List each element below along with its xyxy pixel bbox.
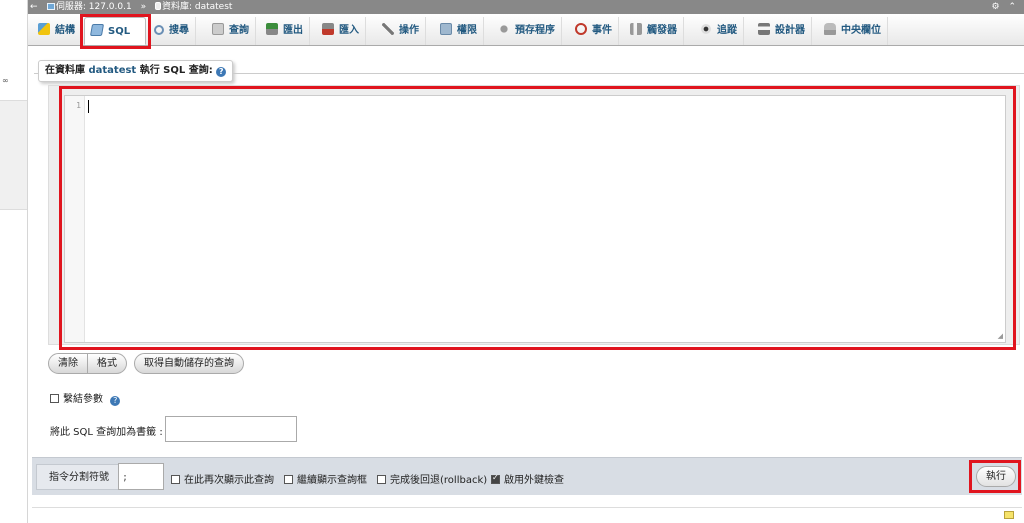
query-icon [212,23,224,35]
eye-icon [700,23,712,35]
tab-label: 結構 [55,25,75,36]
checkbox-box[interactable] [284,475,293,484]
format-button[interactable]: 格式 [88,353,127,374]
tab-central-columns[interactable]: 中央欄位 [818,17,888,45]
tab-label: 匯出 [283,25,303,36]
tab-label: 匯入 [339,25,359,36]
checkbox-box[interactable] [491,473,500,484]
highlight-go-button [969,460,1021,493]
database-icon [154,2,161,10]
highlight-sql-editor [59,86,1016,350]
privileges-icon [440,23,452,35]
foreign-key-checks-label: 啟用外鍵檢查 [504,475,564,486]
tab-label: 權限 [457,25,477,36]
back-arrow-icon[interactable]: ← [30,0,44,14]
clear-button[interactable]: 清除 [48,353,88,374]
breadcrumb: ← 伺服器: 127.0.0.1 » 資料庫: datatest ⚙ ⌃ [28,0,1024,14]
tab-search[interactable]: 搜尋 [148,17,196,45]
tab-label: 設計器 [775,25,805,36]
designer-icon [758,23,770,35]
breadcrumb-server[interactable]: 伺服器: 127.0.0.1 [56,2,132,12]
tab-import[interactable]: 匯入 [316,17,366,45]
get-autosaved-query-button[interactable]: 取得自動儲存的查詢 [134,353,244,374]
structure-icon [38,23,50,35]
tab-label: 觸發器 [647,25,677,36]
tab-label: 預存程序 [515,25,555,36]
show-query-again-checkbox[interactable]: 在此再次顯示此查詢 [171,471,274,486]
wrench-icon [382,23,394,35]
collapse-icon[interactable]: ⌃ [1008,2,1016,12]
breadcrumb-database[interactable]: 資料庫: datatest [162,2,232,12]
tab-tracking[interactable]: 追蹤 [694,17,744,45]
tab-query[interactable]: 查詢 [206,17,256,45]
tab-routines[interactable]: 預存程序 [492,17,562,45]
keep-query-box-label: 繼續顯示查詢框 [297,475,367,486]
sql-query-legend: 在資料庫 datatest 執行 SQL 查詢: ? [38,60,234,82]
triggers-icon [630,23,642,35]
bind-parameters-checkbox[interactable]: 繫結參數 ? [50,390,121,406]
checkbox-box[interactable] [377,475,386,484]
tab-label: 查詢 [229,25,249,36]
tab-triggers[interactable]: 觸發器 [624,17,684,45]
highlight-sql-tab [80,14,151,49]
tab-label: 事件 [592,25,612,36]
legend-database-name: datatest [88,65,137,76]
footer-divider [32,507,1022,508]
bookmark-name-input[interactable] [165,416,297,442]
main-tabs: 結構 SQL 搜尋 查詢 匯出 匯入 操作 權限 預存程序 事件 觸發器 追蹤 … [28,14,1024,46]
tab-designer[interactable]: 設計器 [752,17,812,45]
legend-suffix: 執行 SQL 查詢: [139,65,213,76]
tab-structure[interactable]: 結構 [32,17,82,45]
import-icon [322,23,334,35]
bind-parameters-label: 繫結參數 [63,394,103,405]
search-icon [154,25,164,35]
tab-label: 中央欄位 [841,25,881,36]
foreign-key-checks-checkbox[interactable]: 啟用外鍵檢查 [491,471,564,486]
help-icon[interactable]: ? [216,67,227,77]
help-icon[interactable]: ? [110,396,121,406]
tab-events[interactable]: 事件 [569,17,619,45]
console-icon[interactable] [1004,511,1014,519]
legend-prefix: 在資料庫 [45,65,85,76]
breadcrumb-separator: » [140,2,147,12]
routines-icon [498,23,510,35]
rollback-checkbox[interactable]: 完成後回退(rollback) [377,471,487,486]
rollback-label: 完成後回退(rollback) [390,475,488,486]
query-options-bar: 指令分割符號 ; 在此再次顯示此查詢 繼續顯示查詢框 完成後回退(rollbac… [32,457,1022,495]
tab-label: 搜尋 [169,25,189,36]
checkbox-box[interactable] [171,475,180,484]
navigation-panel-edge: ∞ [0,0,28,523]
navigation-panel-tree [0,100,27,210]
tab-export[interactable]: 匯出 [260,17,310,45]
tab-label: 追蹤 [717,25,737,36]
tab-privileges[interactable]: 權限 [434,17,484,45]
show-query-again-label: 在此再次顯示此查詢 [184,475,274,486]
server-icon [46,3,55,10]
delimiter-label: 指令分割符號 [36,464,122,490]
bookmark-label: 將此 SQL 查詢加為書籤 : [50,427,163,438]
link-icon[interactable]: ∞ [2,76,9,85]
delimiter-input[interactable]: ; [118,463,164,490]
central-columns-icon [824,23,836,35]
tab-operations[interactable]: 操作 [376,17,426,45]
keep-query-box-checkbox[interactable]: 繼續顯示查詢框 [284,471,367,486]
clock-icon [575,23,587,35]
tab-label: 操作 [399,25,419,36]
gear-icon[interactable]: ⚙ [992,2,1000,12]
checkbox-box[interactable] [50,394,59,403]
export-icon [266,23,278,35]
